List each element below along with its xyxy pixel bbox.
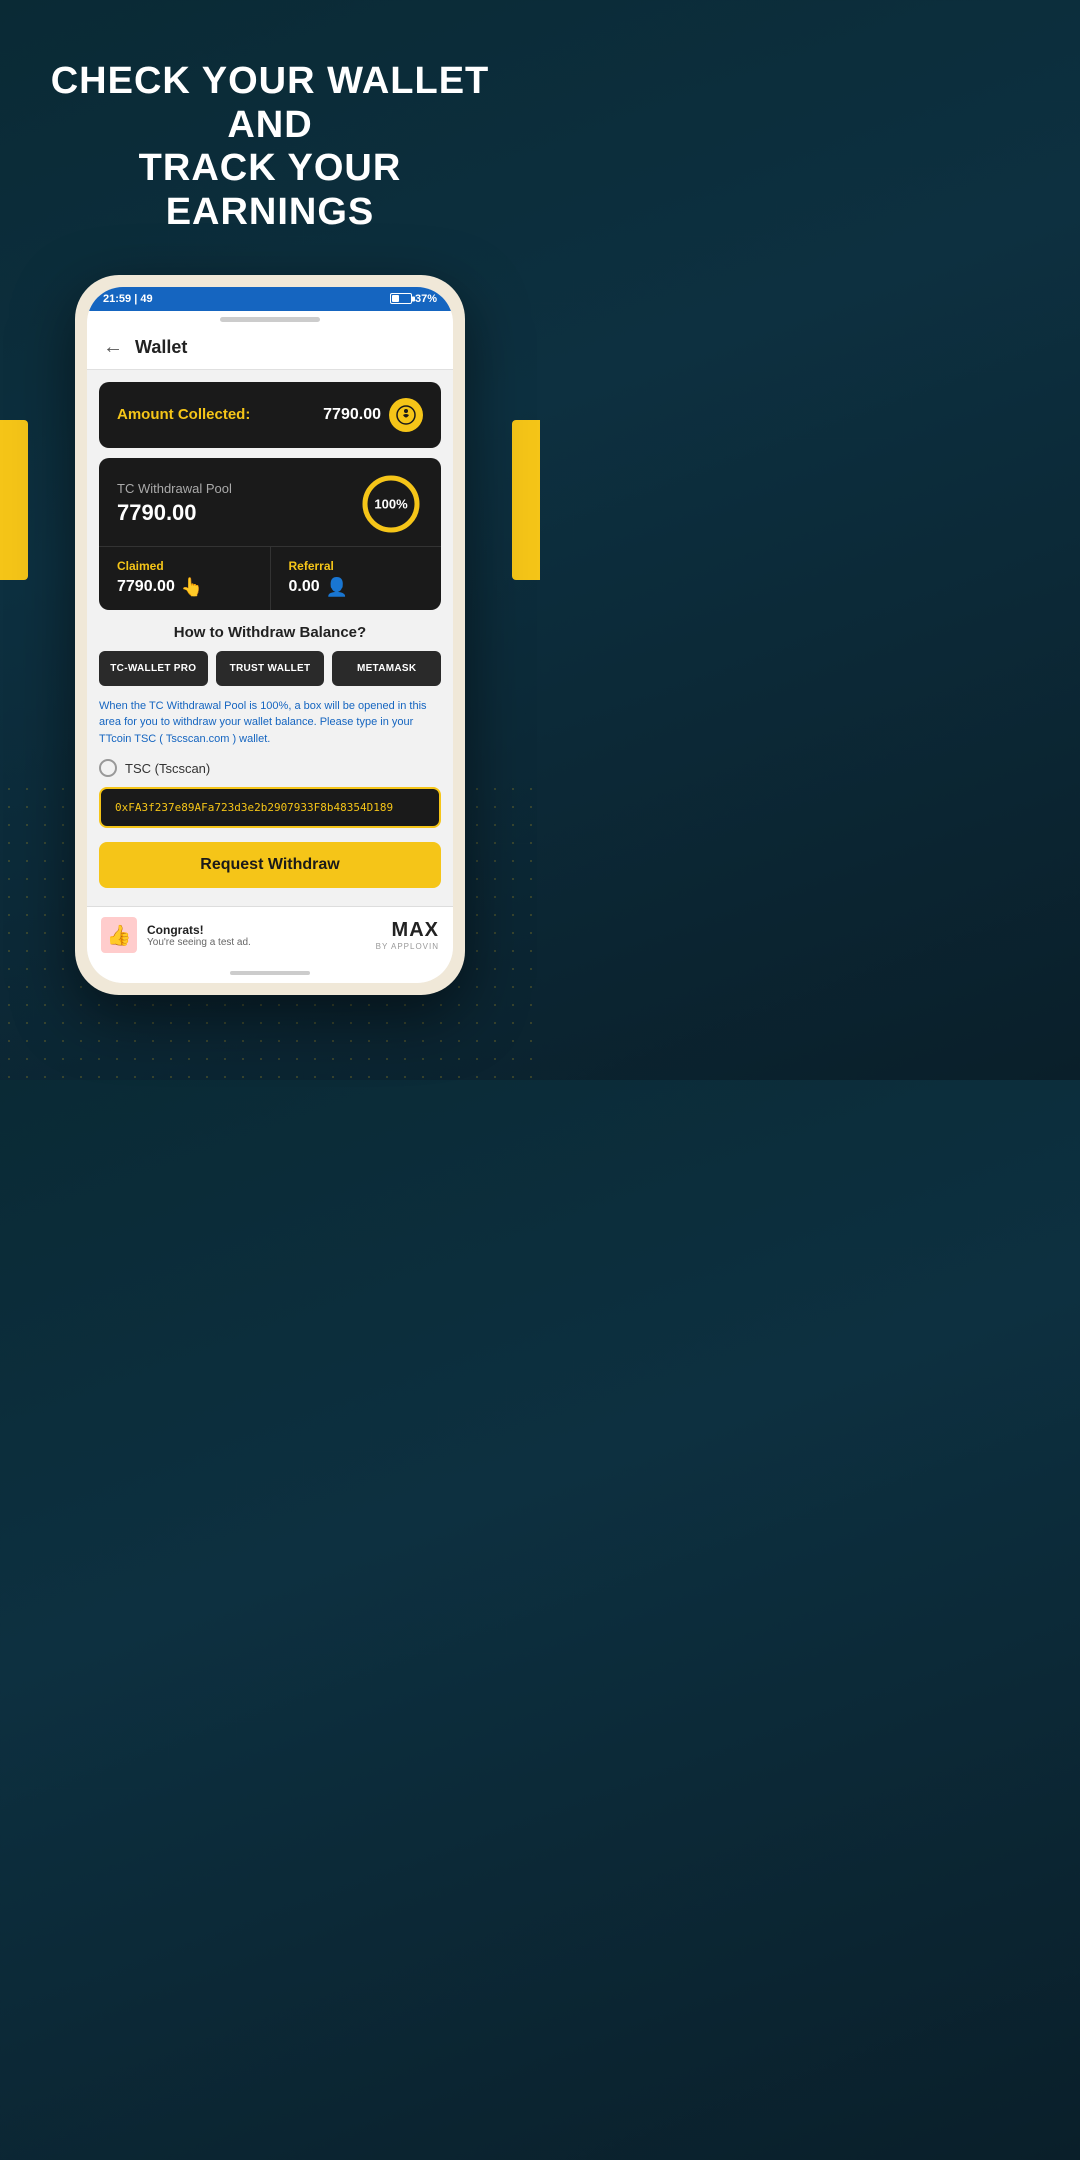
phone-screen: 21:59 | 49 37% ← Wallet <box>87 287 453 984</box>
home-indicator <box>230 971 310 975</box>
pool-top: TC Withdrawal Pool 7790.00 100% <box>99 458 441 546</box>
notch-area <box>87 311 453 326</box>
claimed-stat: Claimed 7790.00 👆 <box>99 547 270 610</box>
add-user-icon: 👤 <box>326 577 348 598</box>
pool-amount: 7790.00 <box>117 500 232 526</box>
amount-number: 7790.00 <box>323 406 381 424</box>
max-label: MAX <box>376 919 439 942</box>
circle-progress: 100% <box>359 472 423 536</box>
ad-congrats: Congrats! <box>147 923 251 937</box>
referral-label: Referral <box>289 559 424 573</box>
trust-wallet-button[interactable]: TRUST WALLET <box>216 651 325 686</box>
amount-collected-card: Amount Collected: 7790.00 <box>99 382 441 448</box>
referral-stat: Referral 0.00 👤 <box>270 547 442 610</box>
by-label: BY APPLOVIN <box>376 942 439 951</box>
battery-icon <box>390 293 412 304</box>
pool-label: TC Withdrawal Pool <box>117 481 232 496</box>
request-withdraw-button[interactable]: Request Withdraw <box>99 842 441 888</box>
hero-title: CHECK YOUR WALLET AND TRACK YOUR EARNING… <box>0 0 540 275</box>
wallet-buttons-row: TC-WALLET PRO TRUST WALLET METAMASK <box>99 651 441 686</box>
back-button[interactable]: ← <box>103 336 123 359</box>
tsc-radio[interactable] <box>99 759 117 777</box>
max-logo: MAX BY APPLOVIN <box>376 919 439 951</box>
claimed-label: Claimed <box>117 559 252 573</box>
page-title: Wallet <box>135 337 187 358</box>
app-header: ← Wallet <box>87 326 453 370</box>
ad-sub: You're seeing a test ad. <box>147 937 251 948</box>
claimed-value: 7790.00 👆 <box>117 577 252 598</box>
referral-value: 0.00 👤 <box>289 577 424 598</box>
ad-left: 👍 Congrats! You're seeing a test ad. <box>101 917 251 953</box>
home-bar <box>87 963 453 983</box>
tc-wallet-button[interactable]: TC-WALLET PRO <box>99 651 208 686</box>
amount-value: 7790.00 <box>323 398 423 432</box>
percent-text: 100% <box>374 496 407 511</box>
pool-card: TC Withdrawal Pool 7790.00 100% <box>99 458 441 610</box>
status-bar: 21:59 | 49 37% <box>87 287 453 311</box>
ad-text-block: Congrats! You're seeing a test ad. <box>147 923 251 948</box>
info-text: When the TC Withdrawal Pool is 100%, a b… <box>99 698 441 748</box>
app-content: Amount Collected: 7790.00 <box>87 370 453 907</box>
battery-percent: 37% <box>415 293 437 305</box>
metamask-button[interactable]: METAMASK <box>332 651 441 686</box>
battery-indicator: 37% <box>390 293 437 305</box>
phone-frame: 21:59 | 49 37% ← Wallet <box>75 275 465 996</box>
amount-label: Amount Collected: <box>117 406 250 423</box>
phone-mockup: 21:59 | 49 37% ← Wallet <box>0 275 540 996</box>
notch-pill <box>220 317 320 322</box>
how-to-title: How to Withdraw Balance? <box>99 624 441 641</box>
status-time: 21:59 | 49 <box>103 293 153 305</box>
tsc-radio-row: TSC (Tscscan) <box>99 759 441 777</box>
pool-bottom: Claimed 7790.00 👆 Referral <box>99 546 441 610</box>
ad-thumb: 👍 <box>101 917 137 953</box>
coin-icon <box>389 398 423 432</box>
hand-icon: 👆 <box>181 577 203 598</box>
wallet-address-input[interactable]: 0xFA3f237e89AFa723d3e2b2907933F8b48354D1… <box>99 787 441 828</box>
ad-banner: 👍 Congrats! You're seeing a test ad. MAX… <box>87 906 453 963</box>
tsc-label: TSC (Tscscan) <box>125 761 210 776</box>
